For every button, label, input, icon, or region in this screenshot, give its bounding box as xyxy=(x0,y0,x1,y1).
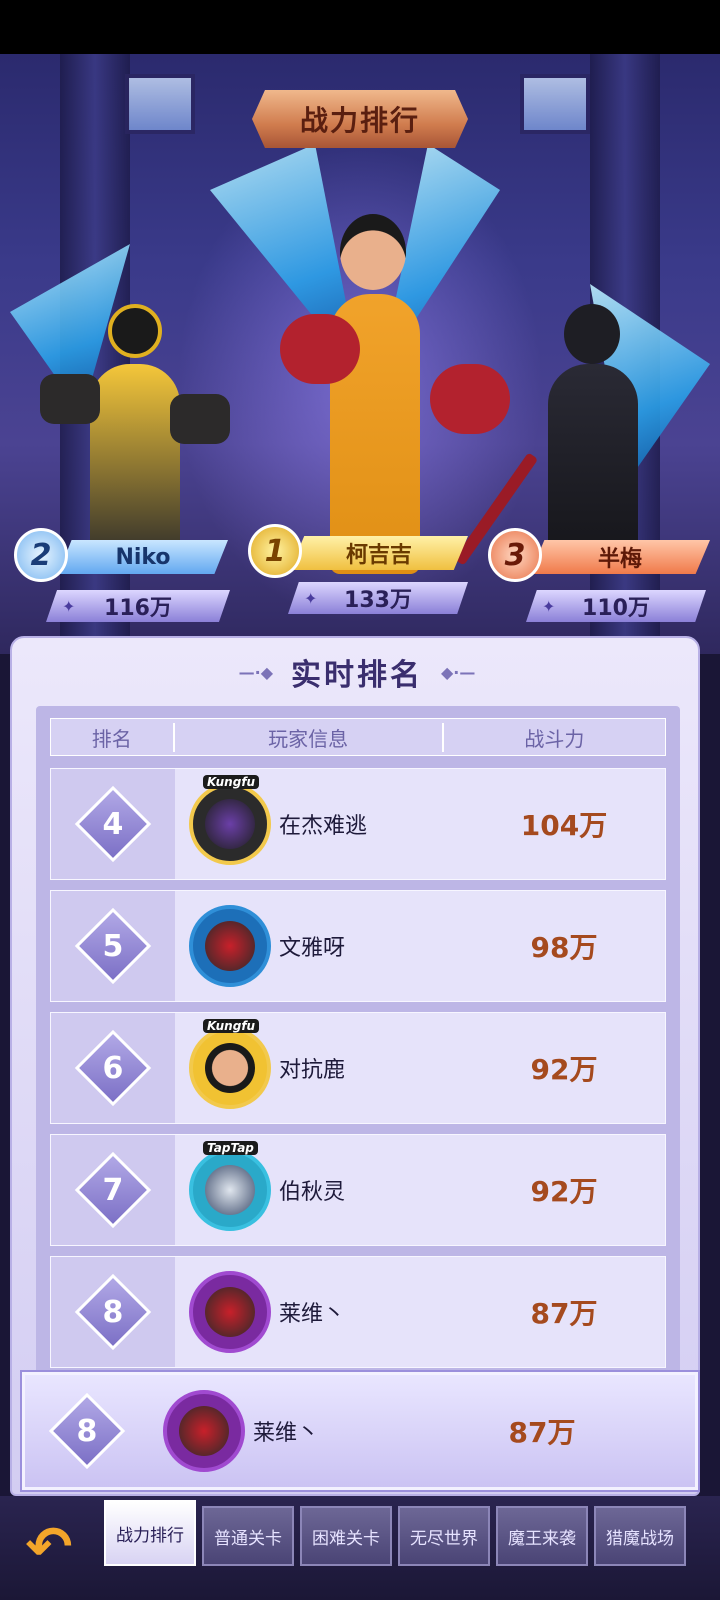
header-power: 战斗力 xyxy=(524,726,585,751)
ranking-title: —·◆ 实时排名 ◆·— xyxy=(12,648,702,696)
avatar[interactable] xyxy=(163,1390,245,1472)
rank-diamond-icon: 4 xyxy=(74,785,152,863)
avatar[interactable]: Kungfu xyxy=(189,1019,271,1109)
table-row[interactable]: 7 TapTap 伯秋灵 92万 xyxy=(50,1134,666,1246)
tab-demon-hunt[interactable]: 猎魔战场 xyxy=(594,1506,686,1566)
rank-cell: 7 xyxy=(51,1135,175,1245)
player-name: 伯秋灵 xyxy=(279,1180,346,1205)
player-name: 对抗鹿 xyxy=(279,1058,346,1083)
rank-diamond-icon: 8 xyxy=(74,1273,152,1351)
sparkle-icon: ✦ xyxy=(542,596,556,616)
rank-diamond-icon: 7 xyxy=(74,1151,152,1229)
podium-power-value-3: 110万 xyxy=(582,596,650,621)
avatar-badge: TapTap xyxy=(203,1141,258,1155)
table-row[interactable]: 8 莱维丶 87万 xyxy=(50,1256,666,1368)
rank-cell: 8 xyxy=(25,1375,149,1487)
tab-endless-world[interactable]: 无尽世界 xyxy=(398,1506,490,1566)
player-name: 文雅呀 xyxy=(279,936,346,961)
page-title: 战力排行 xyxy=(252,90,468,148)
rank-diamond-icon: 6 xyxy=(74,1029,152,1107)
player-power: 104万 xyxy=(520,809,608,842)
medal-1: 1 xyxy=(248,524,302,578)
podium-name-2: Niko xyxy=(58,540,228,574)
table-row[interactable]: 4 Kungfu 在杰难逃 104万 xyxy=(50,768,666,880)
character-1 xyxy=(270,194,510,584)
rank-diamond-icon: 5 xyxy=(74,907,152,985)
podium-power-value-1: 133万 xyxy=(344,588,412,613)
avatar-face-icon xyxy=(205,1287,255,1337)
tab-demon-attack[interactable]: 魔王来袭 xyxy=(496,1506,588,1566)
ranking-header: 排名 玩家信息 战斗力 xyxy=(50,718,666,756)
player-name: 在杰难逃 xyxy=(279,814,368,839)
status-bar xyxy=(0,0,720,54)
podium-power-1: ✦ 133万 xyxy=(288,582,468,614)
ranking-list[interactable]: 排名 玩家信息 战斗力 4 Kungfu 在杰难逃 104万 5 文雅呀 98万… xyxy=(36,706,680,1476)
avatar-badge: Kungfu xyxy=(203,775,260,789)
player-power: 92万 xyxy=(530,1175,598,1208)
header-rank: 排名 xyxy=(51,722,175,752)
podium-power-3: ✦ 110万 xyxy=(526,590,706,622)
podium-name-3: 半梅 xyxy=(530,540,710,574)
medal-3: 3 xyxy=(488,528,542,582)
rank-cell: 8 xyxy=(51,1257,175,1367)
table-row[interactable]: 5 文雅呀 98万 xyxy=(50,890,666,1002)
rank-cell: 6 xyxy=(51,1013,175,1123)
tab-normal-stage[interactable]: 普通关卡 xyxy=(202,1506,294,1566)
avatar-face-icon xyxy=(179,1406,229,1456)
avatar-face-icon xyxy=(205,1165,255,1215)
avatar-badge: Kungfu xyxy=(203,1019,260,1033)
player-power: 98万 xyxy=(530,931,598,964)
table-row[interactable]: 6 Kungfu 对抗鹿 92万 xyxy=(50,1012,666,1124)
rank-diamond-icon: 8 xyxy=(48,1392,126,1470)
avatar-face-icon xyxy=(205,799,255,849)
window-right xyxy=(520,74,590,134)
avatar-face-icon xyxy=(205,1043,255,1093)
avatar[interactable] xyxy=(189,905,271,987)
player-name: 莱维丶 xyxy=(279,1302,346,1327)
podium-power-2: ✦ 116万 xyxy=(46,590,230,622)
player-power: 87万 xyxy=(508,1416,576,1449)
window-left xyxy=(125,74,195,134)
back-arrow-icon[interactable]: ↶ xyxy=(14,1512,84,1582)
player-power: 92万 xyxy=(530,1053,598,1086)
player-power: 87万 xyxy=(530,1297,598,1330)
sparkle-icon: ✦ xyxy=(62,596,76,616)
tab-power-ranking[interactable]: 战力排行 xyxy=(104,1500,196,1566)
podium-name-1: 柯吉吉 xyxy=(290,536,468,570)
podium-power-value-2: 116万 xyxy=(104,596,172,621)
rank-cell: 5 xyxy=(51,891,175,1001)
avatar-face-icon xyxy=(205,921,255,971)
tab-hard-stage[interactable]: 困难关卡 xyxy=(300,1506,392,1566)
ranking-panel: —·◆ 实时排名 ◆·— 排名 玩家信息 战斗力 4 Kungfu 在杰难逃 1… xyxy=(10,636,700,1496)
ranking-title-text: 实时排名 xyxy=(291,658,423,693)
rank-cell: 4 xyxy=(51,769,175,879)
header-player: 玩家信息 xyxy=(175,722,444,752)
character-2 xyxy=(40,284,230,574)
podium-scene: 战力排行 Niko 2 ✦ 116万 柯吉吉 1 ✦ 133万 半梅 3 ✦ 1… xyxy=(0,54,720,654)
my-ranking-row[interactable]: 8 莱维丶 87万 xyxy=(22,1372,698,1490)
avatar[interactable]: TapTap xyxy=(189,1141,271,1231)
sparkle-icon: ✦ xyxy=(304,588,318,608)
medal-2: 2 xyxy=(14,528,68,582)
title-decoration-left: —·◆ xyxy=(238,662,273,682)
avatar[interactable] xyxy=(189,1271,271,1353)
avatar[interactable]: Kungfu xyxy=(189,775,271,865)
player-name: 莱维丶 xyxy=(253,1421,320,1446)
title-decoration-right: ◆·— xyxy=(441,662,476,682)
